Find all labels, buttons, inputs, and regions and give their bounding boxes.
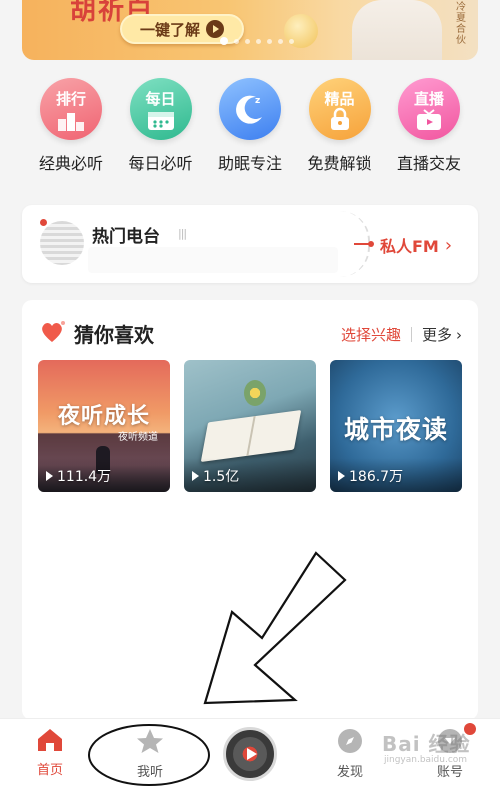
- play-icon: [46, 471, 53, 481]
- quick-tag: 精品: [324, 90, 355, 108]
- radio-title: 热门电台: [92, 227, 160, 247]
- guess-you-like-section: 猜你喜欢 选择兴趣 更多 › 夜听成长 夜听频道 111.4万 1.5亿 城市夜…: [22, 300, 478, 720]
- nav-my-listen[interactable]: 我听: [110, 727, 190, 780]
- play-icon: [192, 471, 199, 481]
- compass-icon: [338, 729, 362, 753]
- carousel-dot[interactable]: [220, 37, 228, 45]
- nav-label: 发现: [336, 765, 363, 780]
- more-label: 更多: [421, 326, 452, 344]
- play-count: 111.4万: [46, 466, 111, 486]
- recommend-card[interactable]: 夜听成长 夜听频道 111.4万: [38, 360, 170, 492]
- tv-icon: 直播: [398, 78, 460, 140]
- carousel-dot[interactable]: [267, 38, 272, 44]
- equalizer-icon: |||: [178, 227, 187, 240]
- carousel-dot[interactable]: [234, 38, 239, 44]
- choose-interest-link[interactable]: 选择兴趣: [341, 324, 401, 345]
- card-title: 城市夜读: [343, 415, 448, 444]
- divider: [410, 327, 412, 342]
- quick-entry-unlock[interactable]: 精品 免费解锁: [297, 78, 383, 190]
- carousel-dot[interactable]: [245, 38, 250, 44]
- heart-icon: [42, 321, 65, 342]
- banner-person-image: [352, 0, 442, 60]
- lock-icon: 精品: [308, 78, 371, 140]
- nav-discover[interactable]: 发现: [310, 727, 390, 780]
- play-count-value: 186.7万: [349, 469, 404, 485]
- carousel-dot[interactable]: [289, 38, 294, 44]
- moon-icon: z: [219, 78, 281, 140]
- quick-label: 每日必听: [128, 154, 193, 173]
- private-fm-label: 私人FM: [380, 237, 439, 256]
- section-title: 猜你喜欢: [74, 323, 154, 347]
- recommend-card[interactable]: 城市夜读 186.7万: [330, 360, 462, 492]
- quick-label: 助眠专注: [217, 154, 282, 173]
- quick-tag: 每日: [145, 90, 176, 108]
- svg-text:z: z: [255, 96, 260, 106]
- quick-entry-daily[interactable]: 每日 每日必听: [118, 78, 204, 190]
- radio-disc-icon: [40, 221, 84, 265]
- calendar-icon: 每日: [129, 78, 192, 140]
- quick-label: 经典必听: [38, 154, 103, 173]
- play-count-value: 111.4万: [57, 469, 112, 485]
- radio-subtitle-area: [88, 247, 338, 273]
- watermark-url: jingyan.baidu.com: [384, 755, 468, 765]
- quick-entry-ranking[interactable]: 排行 经典必听: [28, 78, 114, 190]
- carousel-dots: [220, 37, 294, 45]
- play-icon: [233, 737, 267, 771]
- flowers-image: [244, 380, 266, 406]
- private-fm-link[interactable]: 私人FM ›: [380, 233, 452, 257]
- carousel-dot[interactable]: [278, 38, 283, 44]
- watermark-text: Bai 经验: [382, 732, 471, 756]
- quick-label: 免费解锁: [307, 154, 372, 173]
- recommend-cards: 夜听成长 夜听频道 111.4万 1.5亿 城市夜读 186.7万: [38, 360, 462, 492]
- quick-tag: 直播: [413, 90, 444, 108]
- card-subtitle: 夜听频道: [118, 432, 158, 443]
- podium-icon: 排行: [40, 78, 102, 140]
- nav-label: 首页: [36, 763, 63, 778]
- learn-more-label: 一键了解: [139, 20, 200, 39]
- play-count: 186.7万: [338, 466, 403, 486]
- quick-label: 直播交友: [396, 154, 461, 173]
- nav-label: 我听: [136, 765, 163, 780]
- recommend-card[interactable]: 1.5亿: [184, 360, 316, 492]
- quick-entry-grid: 排行 经典必听 每日 每日必听 z 助眠专注 精品 免费解锁 直播 直播交友: [22, 78, 478, 190]
- promo-banner[interactable]: 胡祈白 一键了解 冷夏合伙: [22, 0, 478, 60]
- play-icon: [206, 20, 224, 38]
- play-icon: [338, 471, 345, 481]
- quick-entry-sleep[interactable]: z 助眠专注: [207, 78, 293, 190]
- play-count: 1.5亿: [192, 466, 239, 486]
- chevron-right-icon: ›: [444, 234, 453, 256]
- hot-radio-card[interactable]: 热门电台 ||| 私人FM ›: [22, 205, 478, 283]
- radio-needle: [354, 241, 374, 247]
- home-icon: [38, 729, 62, 751]
- quick-entry-live[interactable]: 直播 直播交友: [386, 78, 472, 190]
- quick-tag: 排行: [55, 90, 86, 108]
- open-book-image: [200, 409, 302, 463]
- more-link[interactable]: 更多 ›: [422, 324, 462, 345]
- chevron-right-icon: ›: [456, 325, 462, 344]
- radio-indicator: [40, 219, 47, 226]
- play-count-value: 1.5亿: [203, 469, 240, 485]
- card-title: 夜听成长: [57, 404, 150, 429]
- carousel-dot[interactable]: [256, 38, 261, 44]
- star-icon: [137, 729, 163, 753]
- banner-side-text: 冷夏合伙: [456, 2, 466, 46]
- nav-home[interactable]: 首页: [10, 727, 90, 778]
- now-playing-button[interactable]: [223, 727, 277, 781]
- section-actions: 选择兴趣 更多 ›: [341, 324, 462, 345]
